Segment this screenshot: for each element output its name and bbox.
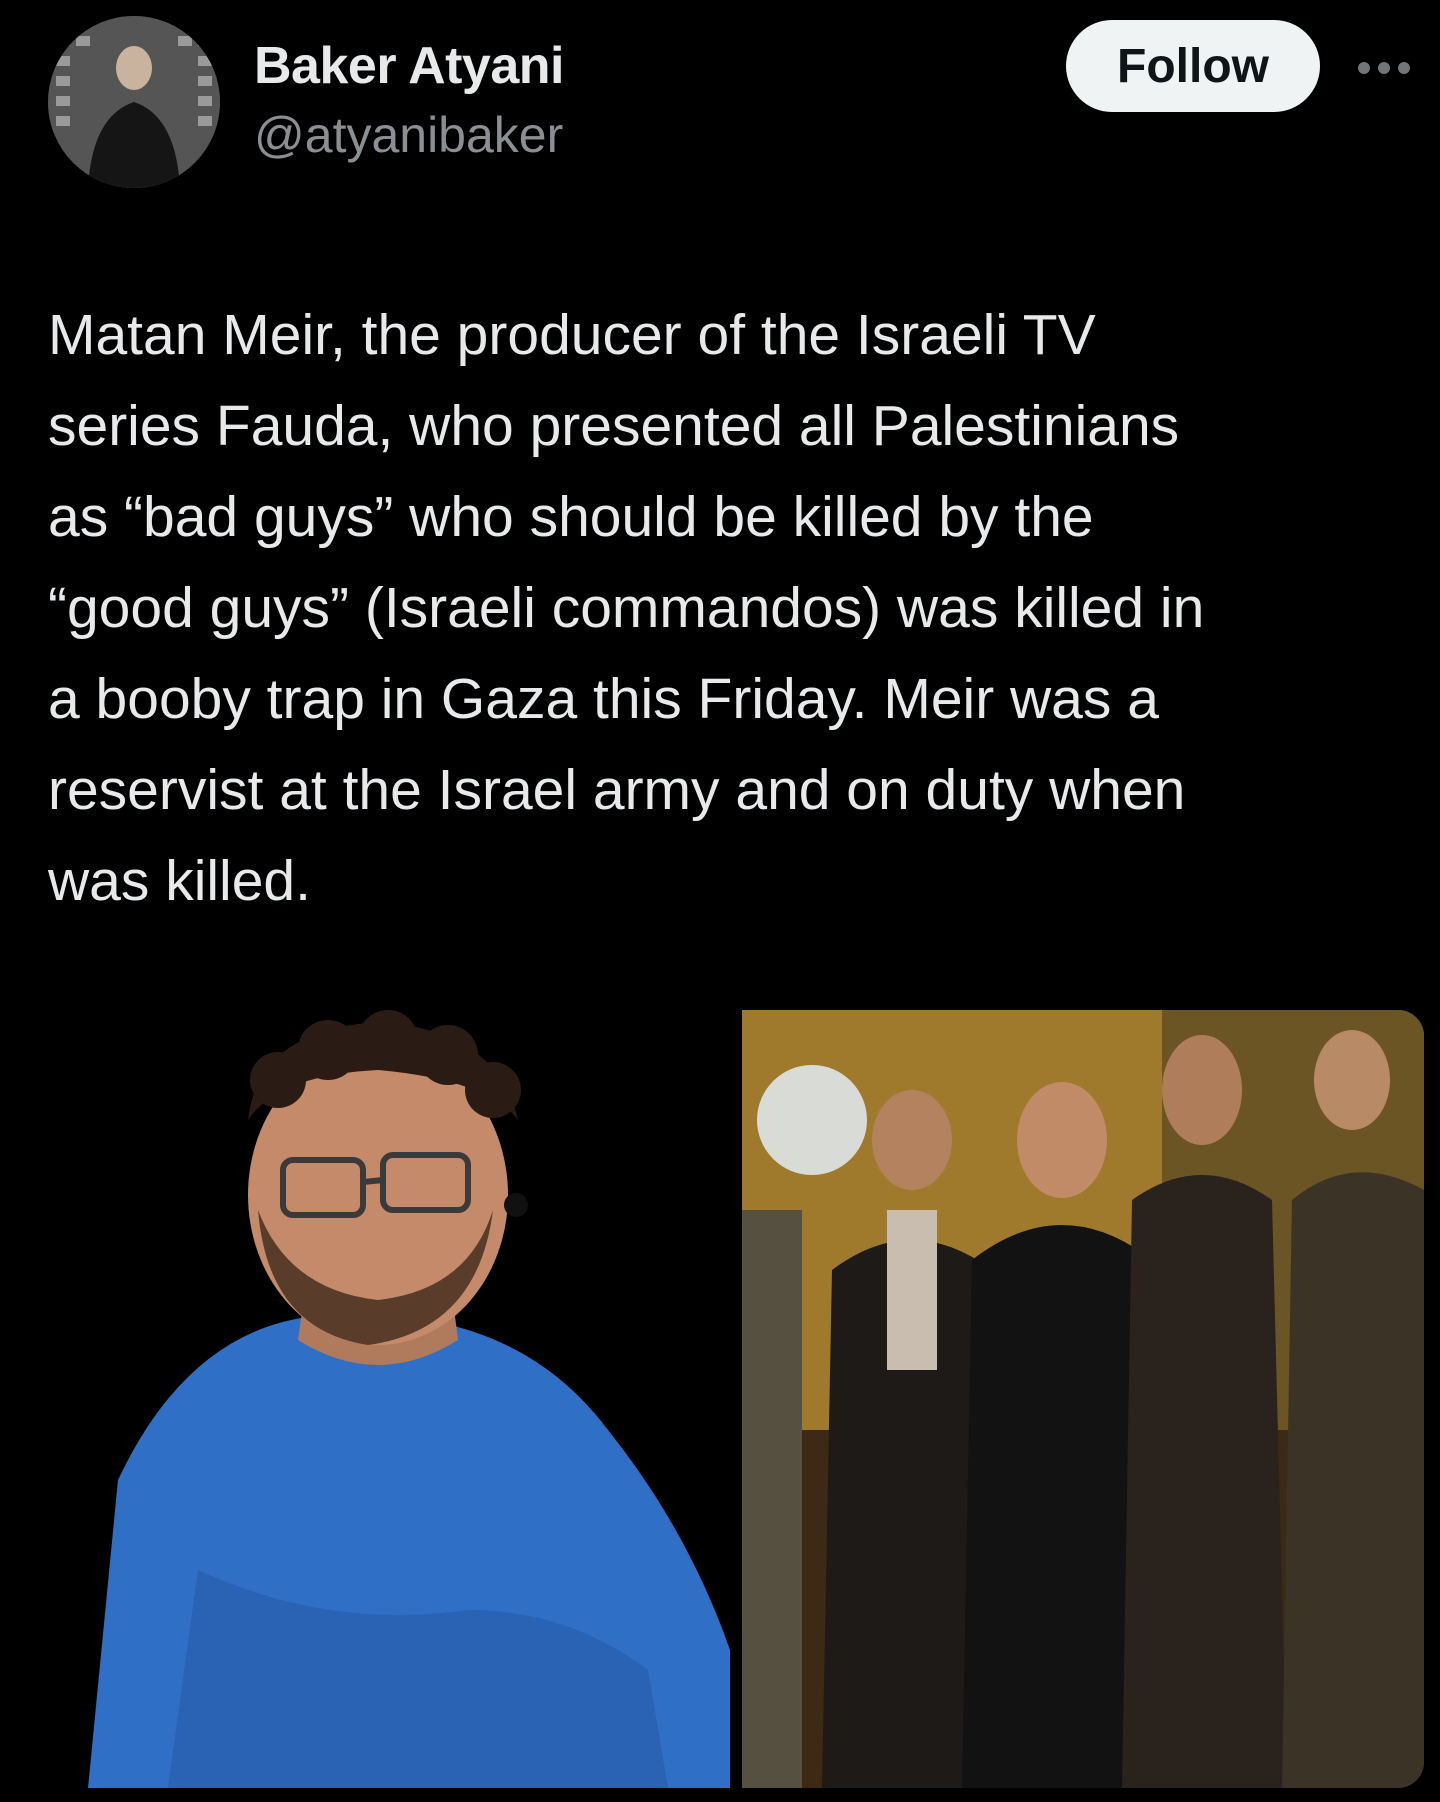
tweet-line: was killed.: [48, 849, 311, 913]
tweet-text: Matan Meir, the producer of the Israeli …: [48, 290, 1418, 927]
tweet-line: reservist at the Israel army and on duty…: [48, 758, 1186, 822]
tweet-line: series Fauda, who presented all Palestin…: [48, 394, 1180, 458]
tweet-line: Matan Meir, the producer of the Israeli …: [48, 303, 1096, 367]
avatar-image: [48, 16, 220, 188]
media-photo-right[interactable]: [742, 1010, 1424, 1788]
tweet-line: “good guys” (Israeli commandos) was kill…: [48, 576, 1205, 640]
handle[interactable]: @atyanibaker: [254, 106, 563, 164]
tweet-line: a booby trap in Gaza this Friday. Meir w…: [48, 667, 1159, 731]
avatar[interactable]: [48, 16, 220, 188]
media-photo-left[interactable]: [48, 1010, 730, 1788]
follow-button[interactable]: Follow: [1066, 20, 1320, 112]
group-photo: [742, 1010, 1424, 1788]
tweet-media[interactable]: [48, 1010, 1424, 1788]
more-horizontal-icon[interactable]: [1358, 56, 1428, 80]
tweet-line: as “bad guys” who should be killed by th…: [48, 485, 1094, 549]
portrait-photo: [48, 1010, 730, 1788]
display-name[interactable]: Baker Atyani: [254, 36, 565, 96]
